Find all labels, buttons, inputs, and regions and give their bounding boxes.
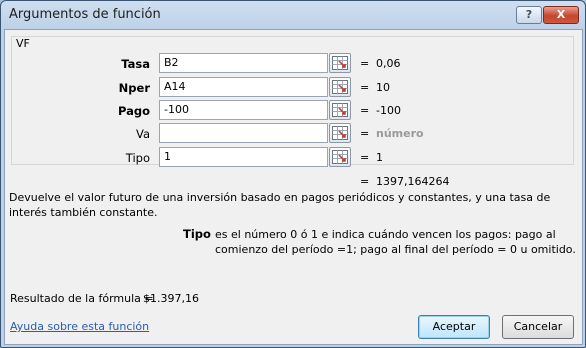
dialog-title: Argumentos de función — [9, 7, 161, 22]
arg-label-tasa: Tasa — [121, 57, 150, 71]
arg-label-pago: Pago — [117, 104, 150, 118]
help-button[interactable]: ? — [516, 6, 542, 24]
equals-sign: = — [360, 104, 370, 117]
arg-input-tipo[interactable]: 1 — [159, 147, 328, 167]
close-button[interactable]: X — [543, 6, 579, 24]
arg-input-pago[interactable]: -100 — [159, 100, 328, 120]
dialog-body: VF Tasa B2 = 0,06 Nper A14 = 10 Pago -10… — [4, 29, 583, 345]
arg-input-nper[interactable]: A14 — [159, 77, 328, 97]
arg-result-tipo: 1 — [376, 151, 383, 164]
range-select-icon — [332, 150, 348, 164]
title-bar[interactable]: Argumentos de función ? X — [1, 1, 585, 29]
collapse-dialog-button-tasa[interactable] — [329, 53, 351, 73]
arg-label-nper: Nper — [118, 81, 150, 95]
function-result: 1397,164264 — [376, 175, 450, 188]
equals-sign: = — [360, 127, 370, 140]
arg-result-nper: 10 — [376, 81, 390, 94]
cancel-button[interactable]: Cancelar — [502, 315, 574, 339]
equals-sign: = — [360, 151, 370, 164]
arg-result-tasa: 0,06 — [376, 57, 401, 70]
arg-help-name: Tipo — [183, 227, 211, 241]
collapse-dialog-button-va[interactable] — [329, 123, 351, 143]
formula-result-label: Resultado de la fórmula = — [10, 292, 154, 305]
help-link[interactable]: Ayuda sobre esta función — [10, 320, 149, 333]
equals-sign: = — [360, 81, 370, 94]
range-select-icon — [332, 126, 348, 140]
range-select-icon — [332, 80, 348, 94]
range-select-icon — [332, 56, 348, 70]
collapse-dialog-button-pago[interactable] — [329, 100, 351, 120]
arg-input-tasa[interactable]: B2 — [159, 53, 328, 73]
equals-sign: = — [360, 175, 370, 188]
function-name: VF — [16, 37, 30, 50]
collapse-dialog-button-tipo[interactable] — [329, 147, 351, 167]
equals-sign: = — [360, 57, 370, 70]
arg-help-text: es el número 0 ó 1 e indica cuándo vence… — [215, 228, 576, 256]
arg-label-va: Va — [135, 127, 150, 141]
function-description: Devuelve el valor futuro de una inversió… — [9, 191, 551, 219]
arg-input-va[interactable] — [159, 123, 328, 143]
range-select-icon — [332, 103, 348, 117]
function-arguments-dialog: Argumentos de función ? X VF Tasa B2 = 0… — [0, 0, 586, 348]
collapse-dialog-button-nper[interactable] — [329, 77, 351, 97]
arg-result-va: número — [376, 127, 424, 140]
accept-button[interactable]: Aceptar — [418, 315, 490, 339]
arg-result-pago: -100 — [376, 104, 401, 117]
arg-label-tipo: Tipo — [125, 151, 150, 165]
formula-result-value: $1.397,16 — [143, 292, 199, 305]
